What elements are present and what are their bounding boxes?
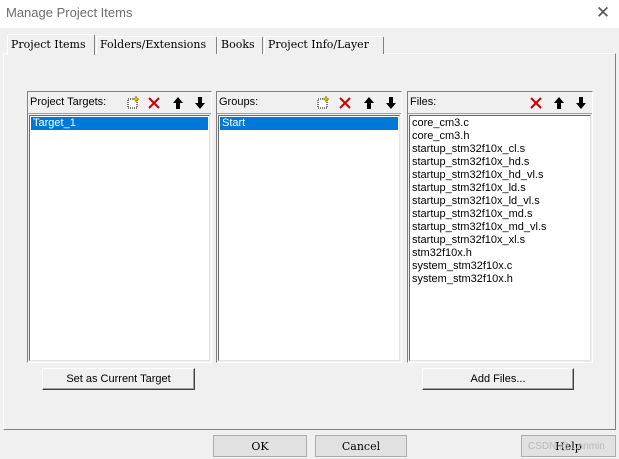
project-targets-box: Project Targets: Target_1 <box>27 91 212 363</box>
files-box: Files: core_cm3.c core_cm3.h startup_stm… <box>407 91 593 363</box>
delete-icon <box>148 97 160 109</box>
tab-folders-extensions[interactable]: Folders/Extensions <box>96 36 217 54</box>
move-target-down-button[interactable] <box>191 94 209 112</box>
add-files-button[interactable]: Add Files... <box>422 368 574 390</box>
list-item[interactable]: stm32f10x.h <box>410 247 590 260</box>
files-header: Files: <box>408 92 592 114</box>
ok-button[interactable]: OK <box>213 435 307 457</box>
list-item[interactable]: startup_stm32f10x_xl.s <box>410 234 590 247</box>
arrow-up-icon <box>364 97 374 109</box>
list-item[interactable]: core_cm3.c <box>410 117 590 130</box>
move-file-up-button[interactable] <box>550 94 568 112</box>
list-item[interactable]: system_stm32f10x.h <box>410 273 590 286</box>
cancel-button[interactable]: Cancel <box>315 435 407 457</box>
list-item[interactable]: startup_stm32f10x_cl.s <box>410 143 590 156</box>
new-target-button[interactable] <box>124 94 142 112</box>
list-item[interactable]: startup_stm32f10x_md_vl.s <box>410 221 590 234</box>
files-list[interactable]: core_cm3.c core_cm3.h startup_stm32f10x_… <box>409 115 591 361</box>
list-item[interactable]: Target_1 <box>31 117 208 130</box>
list-item[interactable]: startup_stm32f10x_ld_vl.s <box>410 195 590 208</box>
files-label: Files: <box>410 96 437 108</box>
groups-box: Groups: Start <box>216 91 402 363</box>
window-title: Manage Project Items <box>6 5 133 20</box>
delete-file-button[interactable] <box>527 94 545 112</box>
delete-icon <box>530 97 542 109</box>
tab-books[interactable]: Books <box>217 36 263 54</box>
delete-target-button[interactable] <box>145 94 163 112</box>
set-current-target-button[interactable]: Set as Current Target <box>42 368 195 390</box>
list-item[interactable]: startup_stm32f10x_hd_vl.s <box>410 169 590 182</box>
arrow-down-icon <box>386 97 396 109</box>
new-item-icon <box>127 96 140 109</box>
project-targets-label: Project Targets: <box>30 96 107 108</box>
arrow-up-icon <box>173 97 183 109</box>
watermark: CSDN @...anmin <box>528 441 605 452</box>
list-item[interactable]: Start <box>220 117 398 130</box>
project-targets-list[interactable]: Target_1 <box>29 115 210 361</box>
list-item[interactable]: startup_stm32f10x_md.s <box>410 208 590 221</box>
list-item[interactable]: startup_stm32f10x_hd.s <box>410 156 590 169</box>
list-item[interactable]: system_stm32f10x.c <box>410 260 590 273</box>
groups-label: Groups: <box>219 96 259 108</box>
arrow-down-icon <box>576 97 586 109</box>
delete-group-button[interactable] <box>336 94 354 112</box>
arrow-down-icon <box>195 97 205 109</box>
list-item[interactable]: core_cm3.h <box>410 130 590 143</box>
move-target-up-button[interactable] <box>169 94 187 112</box>
groups-header: Groups: <box>217 92 401 114</box>
tab-project-info-layer[interactable]: Project Info/Layer <box>264 36 384 54</box>
list-item[interactable]: startup_stm32f10x_ld.s <box>410 182 590 195</box>
tab-project-items[interactable]: Project Items <box>7 34 95 55</box>
delete-icon <box>339 97 351 109</box>
close-button[interactable]: ✕ <box>591 2 615 24</box>
new-item-icon <box>317 96 330 109</box>
move-group-up-button[interactable] <box>360 94 378 112</box>
project-targets-header: Project Targets: <box>28 92 211 114</box>
groups-list[interactable]: Start <box>218 115 400 361</box>
move-group-down-button[interactable] <box>382 94 400 112</box>
arrow-up-icon <box>554 97 564 109</box>
close-icon: ✕ <box>595 3 611 22</box>
title-bar: Manage Project Items ✕ <box>0 0 619 28</box>
new-group-button[interactable] <box>314 94 332 112</box>
move-file-down-button[interactable] <box>572 94 590 112</box>
